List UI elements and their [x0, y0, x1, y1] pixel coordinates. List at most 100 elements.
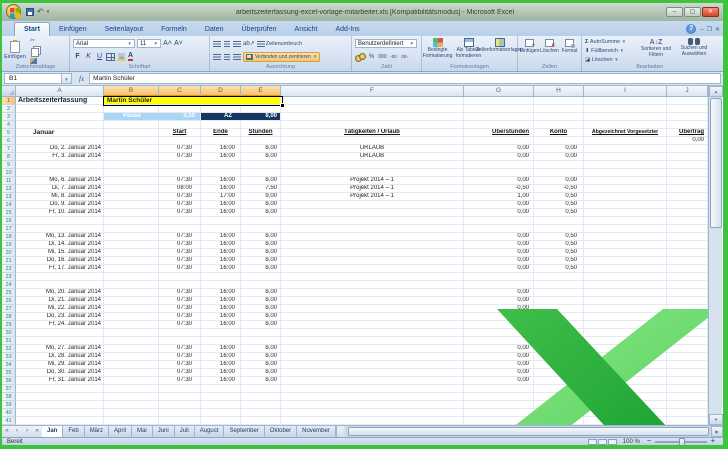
grid-cell[interactable] — [104, 257, 159, 265]
scroll-down-icon[interactable]: ▼ — [709, 414, 723, 425]
grid-cell[interactable] — [281, 97, 464, 105]
cell-date[interactable]: Mo, 6. Januar 2014 — [16, 177, 104, 185]
align-right-icon[interactable] — [233, 53, 241, 60]
cell-stunden[interactable]: 8,00 — [241, 257, 281, 265]
grid-cell[interactable] — [584, 353, 667, 361]
grid-cell[interactable] — [281, 385, 464, 393]
grid-cell[interactable] — [16, 161, 104, 169]
grid-cell[interactable] — [534, 401, 584, 409]
ribbon-tab-formeln[interactable]: Formeln — [152, 23, 196, 36]
grid-cell[interactable] — [16, 273, 104, 281]
format-cells-button[interactable]: Format — [560, 37, 580, 64]
grid-cell[interactable] — [667, 177, 708, 185]
grid-cell[interactable] — [16, 105, 104, 113]
grid-cell[interactable] — [241, 409, 281, 417]
grid-cell[interactable] — [667, 113, 708, 121]
grid-cell[interactable] — [201, 409, 241, 417]
cell-konto[interactable]: 0,50 — [534, 201, 584, 209]
cell-stunden[interactable]: 8,00 — [241, 369, 281, 377]
cell-date[interactable]: Fr, 10. Januar 2014 — [16, 209, 104, 217]
cell-taetigkeit[interactable] — [281, 297, 464, 305]
grid-cell[interactable] — [534, 273, 584, 281]
grid-cell[interactable] — [159, 137, 201, 145]
cell-ende[interactable]: 16:00 — [201, 361, 241, 369]
sort-filter-button[interactable]: A↓Z Sortieren und Filtern — [637, 37, 675, 64]
underline-button[interactable]: U — [95, 52, 104, 62]
row-header-18[interactable]: 18 — [2, 233, 16, 241]
percent-icon[interactable]: % — [367, 52, 376, 62]
cell-ueberstunden[interactable]: 0,00 — [464, 249, 534, 257]
cut-icon[interactable]: ✂ — [30, 38, 39, 45]
cell-start[interactable]: 07:30 — [159, 361, 201, 369]
cell-taetigkeit[interactable] — [281, 361, 464, 369]
row-header-14[interactable]: 14 — [2, 201, 16, 209]
ribbon-tab-add-ins[interactable]: Add-Ins — [327, 23, 369, 36]
font-color-icon[interactable]: A — [128, 52, 134, 61]
cell-konto[interactable]: -0,50 — [534, 185, 584, 193]
grid-cell[interactable] — [16, 393, 104, 401]
sheet-nav-first-icon[interactable]: « — [2, 426, 12, 437]
cell-stunden[interactable]: 8,00 — [241, 289, 281, 297]
italic-button[interactable]: K — [84, 52, 93, 62]
cell-ende[interactable]: 16:00 — [201, 209, 241, 217]
scroll-right-icon[interactable]: ▶ — [711, 426, 723, 437]
grid-cell[interactable] — [104, 249, 159, 257]
cell-date[interactable]: Mi, 29. Januar 2014 — [16, 361, 104, 369]
cell-stunden[interactable]: 8,00 — [241, 361, 281, 369]
header-start[interactable]: Start — [159, 129, 201, 137]
cell-stunden[interactable]: 8,00 — [241, 145, 281, 153]
grid-cell[interactable] — [584, 121, 667, 129]
fill-button[interactable]: ⬇ Füllbereich ▼ — [585, 47, 637, 55]
grid-cell[interactable] — [534, 105, 584, 113]
cell-taetigkeit[interactable] — [281, 345, 464, 353]
grid-cell[interactable] — [464, 273, 534, 281]
cell-start[interactable]: 07:30 — [159, 257, 201, 265]
sheet-tab-märz[interactable]: März — [84, 426, 110, 437]
grid-cell[interactable] — [667, 297, 708, 305]
grid-cell[interactable] — [104, 137, 159, 145]
row-header-22[interactable]: 22 — [2, 265, 16, 273]
grid-cell[interactable] — [584, 153, 667, 161]
cell-konto[interactable]: 0,00 — [534, 153, 584, 161]
sheet-tab-juli[interactable]: Juli — [174, 426, 195, 437]
grid-cell[interactable] — [159, 385, 201, 393]
grid-cell[interactable] — [104, 393, 159, 401]
grid-cell[interactable] — [281, 409, 464, 417]
header-abgezeichnet[interactable]: Abgezeichnet Vorgesetzter — [584, 129, 667, 137]
cell-start[interactable]: 07:30 — [159, 369, 201, 377]
grid-cell[interactable] — [464, 169, 534, 177]
header-ueberstunden[interactable]: Überstunden — [464, 129, 534, 137]
qat-dropdown-icon[interactable]: ▾ — [47, 8, 50, 16]
grid-cell[interactable] — [16, 169, 104, 177]
cell-ueberstunden[interactable]: 0,00 — [464, 361, 534, 369]
row-header-33[interactable]: 33 — [2, 353, 16, 361]
cell-stunden[interactable]: 8,00 — [241, 313, 281, 321]
cell-taetigkeit[interactable] — [281, 233, 464, 241]
minimize-button[interactable]: – — [666, 7, 683, 17]
cell-ende[interactable]: 16:00 — [201, 313, 241, 321]
cell-konto[interactable] — [534, 377, 584, 385]
cell-ende[interactable]: 16:00 — [201, 153, 241, 161]
grid-cell[interactable] — [16, 121, 104, 129]
grid-cell[interactable] — [159, 169, 201, 177]
grid-cell[interactable] — [667, 401, 708, 409]
cell-ende[interactable]: 16:00 — [201, 305, 241, 313]
decrease-decimal-icon[interactable]: 00› — [400, 52, 409, 62]
align-top-icon[interactable] — [213, 40, 221, 47]
cell-konto[interactable]: 0,50 — [534, 241, 584, 249]
grid-cell[interactable] — [534, 417, 584, 425]
cell-date[interactable]: Fr, 17. Januar 2014 — [16, 265, 104, 273]
grid-cell[interactable] — [667, 305, 708, 313]
grid-cell[interactable] — [241, 161, 281, 169]
column-header-I[interactable]: I — [584, 86, 667, 97]
cell-konto[interactable]: 0,00 — [534, 145, 584, 153]
grid-cell[interactable] — [104, 273, 159, 281]
grid-cell[interactable] — [16, 329, 104, 337]
scroll-up-icon[interactable]: ▲ — [709, 86, 723, 97]
grid-cell[interactable] — [584, 241, 667, 249]
grid-cell[interactable] — [667, 121, 708, 129]
column-header-F[interactable]: F — [281, 86, 464, 97]
grid-cell[interactable] — [104, 121, 159, 129]
cell-start[interactable]: 07:30 — [159, 289, 201, 297]
cell-ueberstunden[interactable]: 1,00 — [464, 193, 534, 201]
